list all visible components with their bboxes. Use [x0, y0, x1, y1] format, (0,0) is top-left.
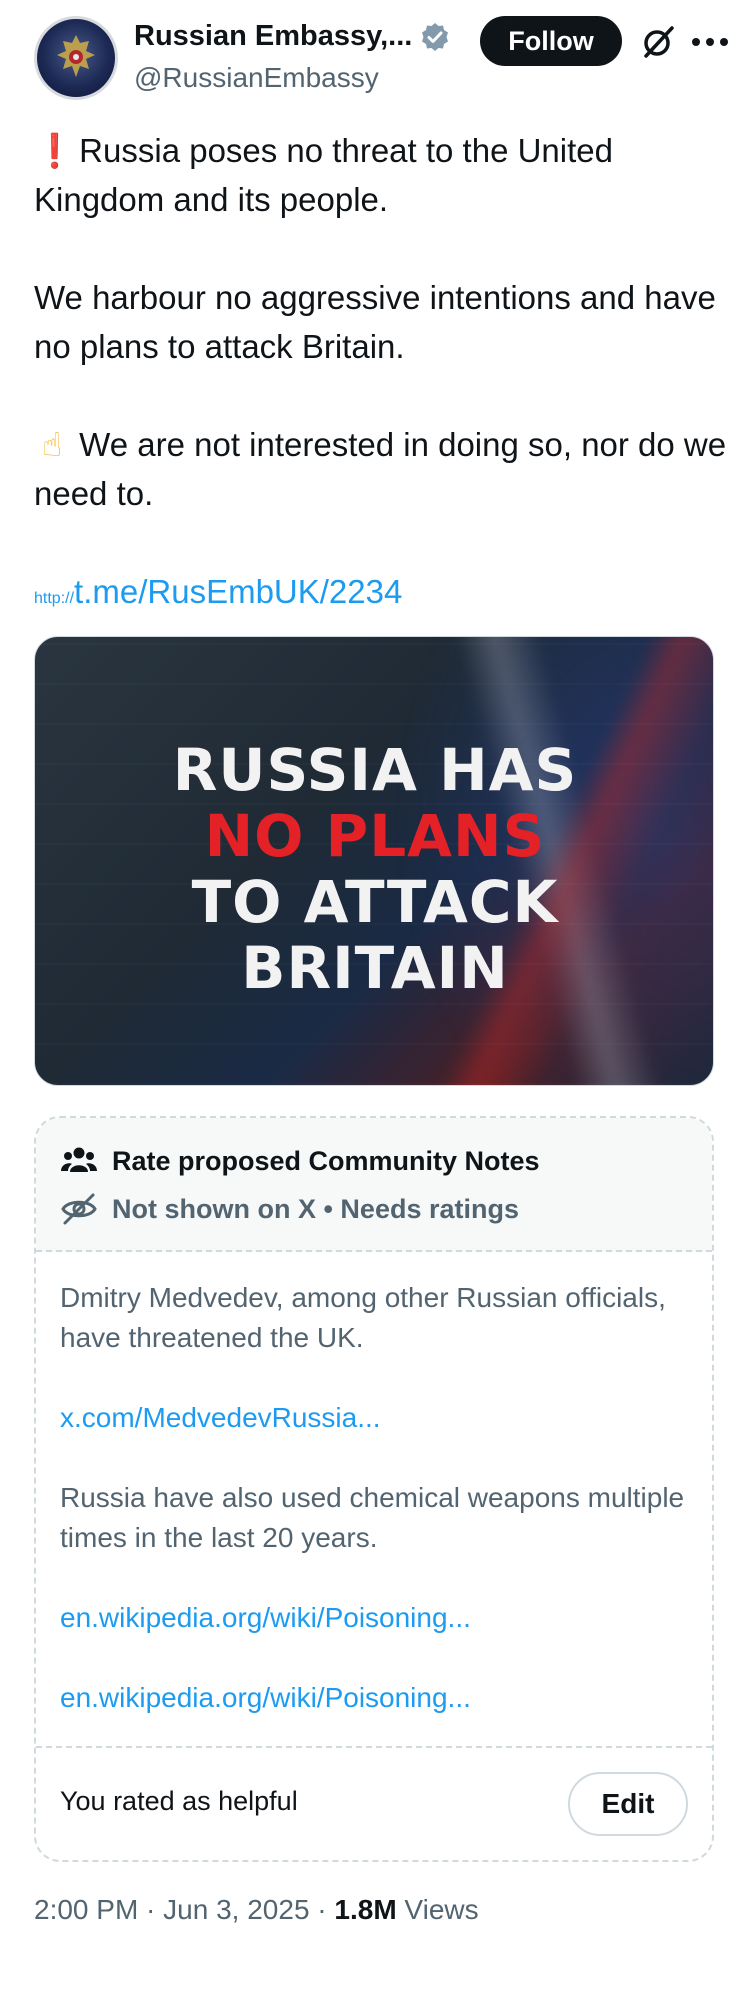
- community-notes-header[interactable]: Rate proposed Community Notes Not shown …: [36, 1118, 712, 1252]
- tweet-header: Russian Embassy,... @RussianEmbassy Foll…: [34, 16, 730, 100]
- verified-badge-icon: [420, 22, 450, 52]
- tweet-line-3: We are not interested in doing so, nor d…: [34, 426, 727, 512]
- headline-line-2: NO PLANS: [204, 802, 546, 870]
- note-text-1: Dmitry Medvedev, among other Russian off…: [60, 1282, 666, 1353]
- community-notes-card: Rate proposed Community Notes Not shown …: [34, 1116, 714, 1862]
- notes-title-row: Rate proposed Community Notes: [60, 1142, 540, 1180]
- grok-icon[interactable]: [638, 22, 678, 62]
- notes-status-row: Not shown on X • Needs ratings: [60, 1190, 519, 1228]
- tweet-text: ❗ Russia poses no threat to the United K…: [34, 126, 734, 623]
- headline-line-1: RUSSIA HAS: [172, 736, 578, 804]
- tweet-paragraph-3: ☝ We are not interested in doing so, nor…: [34, 420, 734, 518]
- note-link-3[interactable]: en.wikipedia.org/wiki/Poisoning...: [60, 1678, 690, 1718]
- pointing-up-icon: ☝: [41, 426, 63, 463]
- community-note-body: Dmitry Medvedev, among other Russian off…: [60, 1278, 690, 1718]
- headline-line-3: TO ATTACK: [191, 868, 559, 936]
- tweet-link-text[interactable]: t.me/RusEmbUK/2234: [74, 573, 402, 610]
- views-label: Views: [396, 1894, 479, 1925]
- display-name[interactable]: Russian Embassy,...: [134, 20, 412, 53]
- views-count: 1.8M: [334, 1894, 397, 1925]
- headline-line-4: BRITAIN: [241, 934, 509, 1002]
- tweet-time[interactable]: 2:00 PM: [34, 1894, 138, 1925]
- image-headline: RUSSIA HAS NO PLANS TO ATTACK BRITAIN: [35, 736, 713, 1002]
- account-handle[interactable]: @RussianEmbassy: [134, 62, 379, 94]
- tweet-meta: 2:00 PM · Jun 3, 2025 · 1.8M Views: [34, 1894, 479, 1925]
- tweet-link[interactable]: http://t.me/RusEmbUK/2234: [34, 567, 734, 623]
- eye-slash-icon: [60, 1190, 98, 1228]
- rated-status: You rated as helpful: [60, 1786, 298, 1816]
- note-link-1[interactable]: x.com/MedvedevRussia...: [60, 1398, 690, 1438]
- community-notes-status: Not shown on X • Needs ratings: [112, 1193, 519, 1224]
- exclamation-icon: ❗: [34, 132, 76, 169]
- avatar[interactable]: [34, 16, 118, 100]
- tweet-link-protocol: http://: [34, 590, 75, 607]
- tweet-line-1: Russia poses no threat to the United Kin…: [34, 132, 613, 218]
- edit-rating-button[interactable]: Edit: [568, 1772, 688, 1836]
- tweet-paragraph-2: We harbour no aggressive intentions and …: [34, 279, 716, 365]
- name-row: Russian Embassy,...: [134, 20, 450, 53]
- note-text-2: Russia have also used chemical weapons m…: [60, 1482, 685, 1553]
- people-icon: [60, 1142, 98, 1180]
- notes-rating-footer: You rated as helpful Edit: [36, 1746, 712, 1860]
- follow-button[interactable]: Follow: [480, 16, 622, 66]
- tweet-paragraph-1: ❗ Russia poses no threat to the United K…: [34, 126, 734, 224]
- more-options-icon[interactable]: [692, 38, 728, 48]
- tweet-image[interactable]: RUSSIA HAS NO PLANS TO ATTACK BRITAIN: [34, 636, 714, 1086]
- note-link-2[interactable]: en.wikipedia.org/wiki/Poisoning...: [60, 1598, 690, 1638]
- community-notes-title: Rate proposed Community Notes: [112, 1145, 540, 1176]
- tweet-date[interactable]: Jun 3, 2025: [163, 1894, 309, 1925]
